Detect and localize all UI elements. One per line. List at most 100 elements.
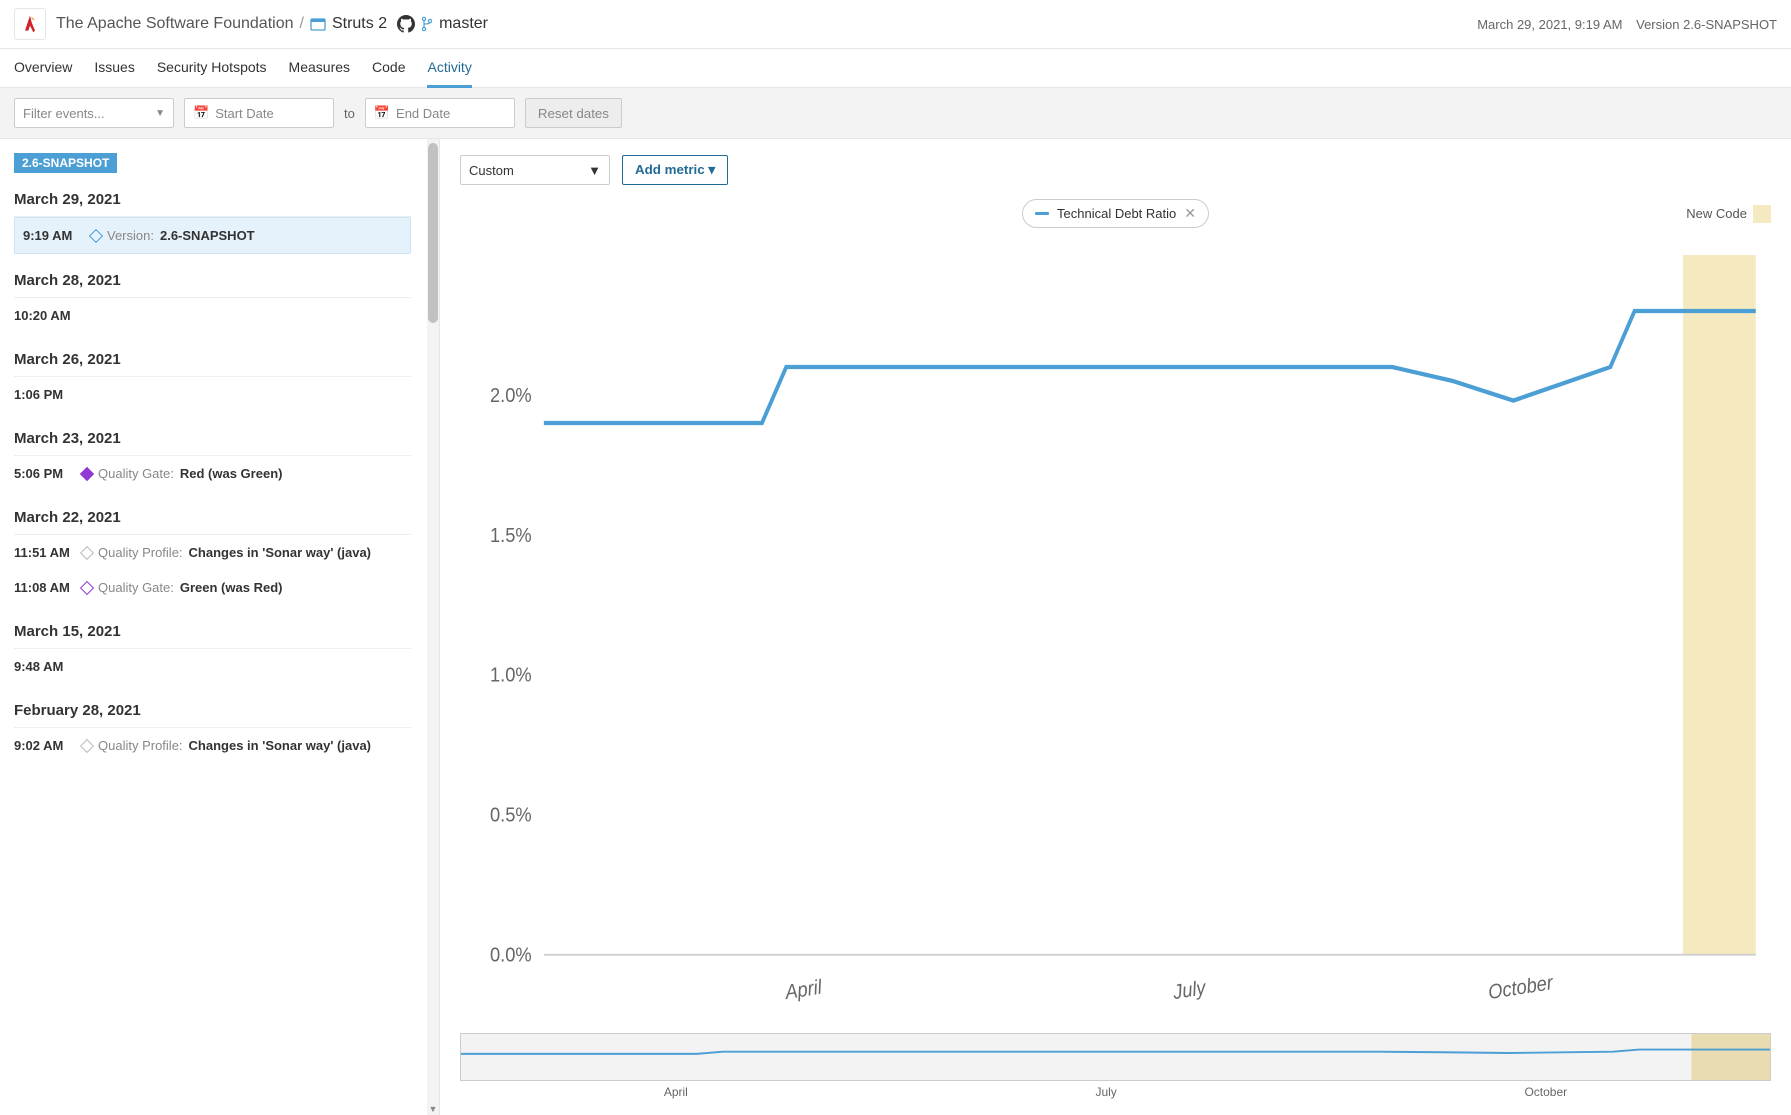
tab-overview[interactable]: Overview (14, 49, 72, 87)
add-metric-button[interactable]: Add metric ▾ (622, 155, 728, 185)
day-heading: March 26, 2021 (0, 347, 425, 376)
event-marker-icon (80, 738, 94, 752)
event-value: Changes in 'Sonar way' (java) (189, 738, 371, 753)
day-heading: March 22, 2021 (0, 505, 425, 534)
breadcrumb: The Apache Software Foundation / Struts … (56, 15, 488, 33)
add-metric-label: Add metric (635, 162, 705, 177)
graph-type-label: Custom (469, 163, 514, 178)
event-time: 11:08 AM (14, 580, 76, 595)
overview-chart[interactable] (460, 1033, 1771, 1081)
project-logo (14, 8, 46, 40)
tab-security-hotspots[interactable]: Security Hotspots (157, 49, 267, 87)
branch-icon (421, 16, 433, 32)
start-date-input[interactable]: 📅 Start Date (184, 98, 334, 128)
svg-text:1.5%: 1.5% (490, 524, 532, 547)
event-value: 2.6-SNAPSHOT (160, 228, 255, 243)
start-date-placeholder: Start Date (215, 106, 274, 121)
metric-chip: Technical Debt Ratio ✕ (1022, 199, 1209, 228)
breadcrumb-sep: / (300, 15, 304, 33)
new-code-swatch (1753, 205, 1771, 223)
tab-issues[interactable]: Issues (94, 49, 134, 87)
event-value: Green (was Red) (180, 580, 283, 595)
nav-tabs: Overview Issues Security Hotspots Measures C… (0, 49, 1791, 88)
day-heading: March 28, 2021 (0, 268, 425, 297)
activity-event[interactable]: 9:19 AM Version: 2.6-SNAPSHOT (14, 217, 411, 254)
tab-code[interactable]: Code (372, 49, 405, 87)
event-label: Quality Profile: (98, 738, 183, 753)
day-heading: March 15, 2021 (0, 619, 425, 648)
day-heading: February 28, 2021 (0, 698, 425, 727)
svg-text:0.0%: 0.0% (490, 944, 532, 967)
overview-tick: October (1524, 1085, 1567, 1099)
scroll-down-icon[interactable]: ▼ (427, 1103, 439, 1115)
activity-event[interactable]: 9:48 AM (0, 649, 425, 684)
tab-activity[interactable]: Activity (427, 49, 471, 88)
svg-text:1.0%: 1.0% (490, 664, 532, 687)
end-date-input[interactable]: 📅 End Date (365, 98, 515, 128)
event-marker-icon (80, 580, 94, 594)
overview-tick: April (664, 1085, 688, 1099)
activity-event[interactable]: 10:20 AM (0, 298, 425, 333)
svg-text:2.0%: 2.0% (490, 384, 532, 407)
svg-text:0.5%: 0.5% (490, 804, 532, 827)
overview-tick: July (1095, 1085, 1116, 1099)
event-marker-icon (89, 228, 103, 242)
activity-sidebar: 2.6-SNAPSHOT March 29, 20219:19 AM Versio… (0, 139, 440, 1115)
calendar-icon: 📅 (193, 105, 209, 121)
project-header: The Apache Software Foundation / Struts … (0, 0, 1791, 49)
series-color-swatch (1035, 212, 1049, 215)
project-icon (310, 16, 326, 32)
github-icon[interactable] (397, 15, 415, 33)
tab-measures[interactable]: Measures (289, 49, 350, 87)
event-label: Quality Gate: (98, 466, 174, 481)
end-date-placeholder: End Date (396, 106, 450, 121)
event-label: Version: (107, 228, 154, 243)
event-time: 10:20 AM (14, 308, 76, 323)
event-label: Quality Gate: (98, 580, 174, 595)
activity-event[interactable]: 9:02 AM Quality Profile: Changes in 'Son… (0, 728, 425, 763)
day-heading: March 23, 2021 (0, 426, 425, 455)
remove-metric-icon[interactable]: ✕ (1184, 205, 1196, 222)
breadcrumb-org[interactable]: The Apache Software Foundation (56, 15, 294, 33)
svg-text:July: July (1171, 976, 1208, 1004)
activity-event[interactable]: 11:51 AM Quality Profile: Changes in 'So… (0, 535, 425, 570)
filter-bar: Filter events... ▼ 📅 Start Date to 📅 End… (0, 88, 1791, 139)
breadcrumb-project[interactable]: Struts 2 (332, 15, 387, 33)
activity-event[interactable]: 11:08 AM Quality Gate: Green (was Red) (0, 570, 425, 605)
caret-down-icon: ▾ (708, 162, 715, 177)
event-time: 9:02 AM (14, 738, 76, 753)
scrollbar[interactable]: ▲ ▼ (427, 139, 439, 1115)
header-meta: March 29, 2021, 9:19 AM Version 2.6-SNAP… (1477, 17, 1777, 32)
activity-event[interactable]: 1:06 PM (0, 377, 425, 412)
header-version: Version 2.6-SNAPSHOT (1636, 17, 1777, 32)
snapshot-badge: 2.6-SNAPSHOT (14, 153, 117, 173)
event-time: 11:51 AM (14, 545, 76, 560)
svg-text:October: October (1487, 971, 1556, 1004)
overview-x-labels: April July October (460, 1085, 1771, 1099)
event-marker-icon (80, 545, 94, 559)
new-code-label: New Code (1686, 206, 1747, 221)
activity-event[interactable]: 5:06 PM Quality Gate: Red (was Green) (0, 456, 425, 491)
header-timestamp: March 29, 2021, 9:19 AM (1477, 17, 1622, 32)
branch-name[interactable]: master (439, 15, 488, 33)
event-value: Changes in 'Sonar way' (java) (189, 545, 371, 560)
reset-dates-button[interactable]: Reset dates (525, 98, 622, 128)
svg-text:April: April (783, 976, 824, 1005)
graph-type-select[interactable]: Custom ▼ (460, 155, 610, 185)
day-heading: March 29, 2021 (0, 187, 425, 216)
event-time: 9:48 AM (14, 659, 76, 674)
event-marker-icon (80, 466, 94, 480)
main-chart: 0.0% 0.5% 1.0% 1.5% 2.0% April July October (460, 238, 1771, 1023)
event-time: 1:06 PM (14, 387, 76, 402)
to-label: to (344, 106, 355, 121)
event-label: Quality Profile: (98, 545, 183, 560)
filter-events-select[interactable]: Filter events... ▼ (14, 98, 174, 128)
event-time: 5:06 PM (14, 466, 76, 481)
new-code-legend: New Code (1686, 205, 1771, 223)
chart-panel: Custom ▼ Add metric ▾ Technical Debt Rat… (440, 139, 1791, 1115)
scrollbar-thumb[interactable] (428, 143, 438, 323)
filter-events-placeholder: Filter events... (23, 106, 105, 121)
caret-down-icon: ▼ (155, 108, 165, 119)
caret-down-icon: ▼ (588, 163, 601, 178)
calendar-icon: 📅 (374, 105, 390, 121)
